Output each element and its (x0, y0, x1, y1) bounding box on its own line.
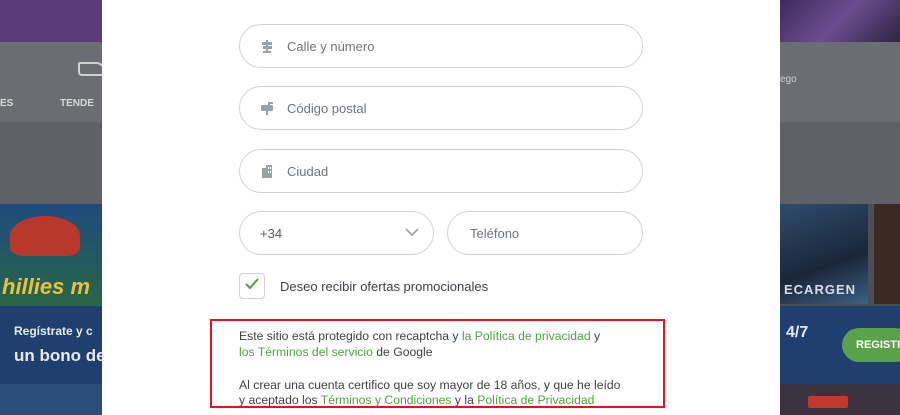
checkmark-icon (244, 277, 260, 296)
age-text: y aceptado los (239, 393, 321, 407)
age-notice-line1: Al crear una cuenta certifico que soy ma… (239, 378, 621, 392)
postal-code-placeholder: Código postal (287, 100, 367, 116)
terms-of-service-link[interactable]: los Términos del servicio (239, 345, 373, 359)
chevron-down-icon (405, 224, 419, 242)
background-promo-banner: Regístrate y c un bono de (0, 306, 106, 384)
background-badge (808, 396, 848, 408)
background-game-title: hillies m (2, 274, 91, 299)
recaptcha-notice-line1: Este sitio está protegido con recaptcha … (239, 328, 600, 344)
background-game-tile (0, 384, 102, 415)
background-promo-line: un bono de (14, 346, 106, 365)
street-placeholder: Calle y número (287, 38, 375, 54)
registration-modal: Calle y número Código postal Ciudad +34 … (102, 0, 780, 415)
phone-placeholder: Teléfono (470, 225, 520, 241)
promo-checkbox-label: Deseo recibir ofertas promocionales (280, 278, 489, 294)
promo-checkbox[interactable] (239, 273, 265, 299)
background-game-title: ECARGEN (784, 282, 857, 297)
city-placeholder: Ciudad (287, 163, 329, 179)
background-promo-banner: 4/7 REGISTR (780, 306, 900, 384)
background-game-tile (874, 204, 900, 304)
background-game-tile (780, 384, 900, 415)
background-nav-item: TENDE (60, 98, 94, 109)
privacy-link[interactable]: la Política de privacidad (462, 329, 591, 343)
recaptcha-text: de Google (372, 345, 433, 359)
recaptcha-notice-line2: los Términos del servicio de Google (239, 344, 433, 360)
sombrero-graphic (10, 216, 80, 256)
background-search-hint: ego (780, 74, 797, 85)
promo-option: Deseo recibir ofertas promocionales (239, 273, 488, 299)
mailbox-icon (260, 101, 274, 115)
country-code-value: +34 (260, 225, 283, 241)
background-game-tile: ECARGEN (780, 204, 868, 304)
city-field[interactable]: Ciudad (239, 149, 643, 193)
recaptcha-text: y (590, 329, 601, 343)
background-register-button: REGISTR (842, 328, 900, 362)
background-promo-line: Regístrate y c (14, 324, 93, 338)
terms-and-conditions-link[interactable]: Términos y Condiciones (321, 393, 452, 407)
background-game-thumbnail (780, 0, 900, 42)
building-icon (260, 164, 274, 178)
street-sign-icon (260, 39, 274, 53)
legal-notice: Este sitio está protegido con recaptcha … (210, 319, 665, 408)
background-promo-text: 4/7 (786, 324, 809, 341)
age-notice-line2: y aceptado los Términos y Condiciones y … (239, 392, 594, 408)
privacy-policy-link[interactable]: Política de Privacidad (477, 393, 594, 407)
background-nav-item: ES (0, 98, 14, 109)
postal-code-field[interactable]: Código postal (239, 86, 643, 130)
street-field[interactable]: Calle y número (239, 24, 643, 68)
phone-field[interactable]: Teléfono (447, 211, 643, 255)
country-code-select[interactable]: +34 (239, 211, 434, 255)
recaptcha-text: Este sitio está protegido con recaptcha … (239, 329, 462, 343)
age-text: y la (451, 393, 478, 407)
